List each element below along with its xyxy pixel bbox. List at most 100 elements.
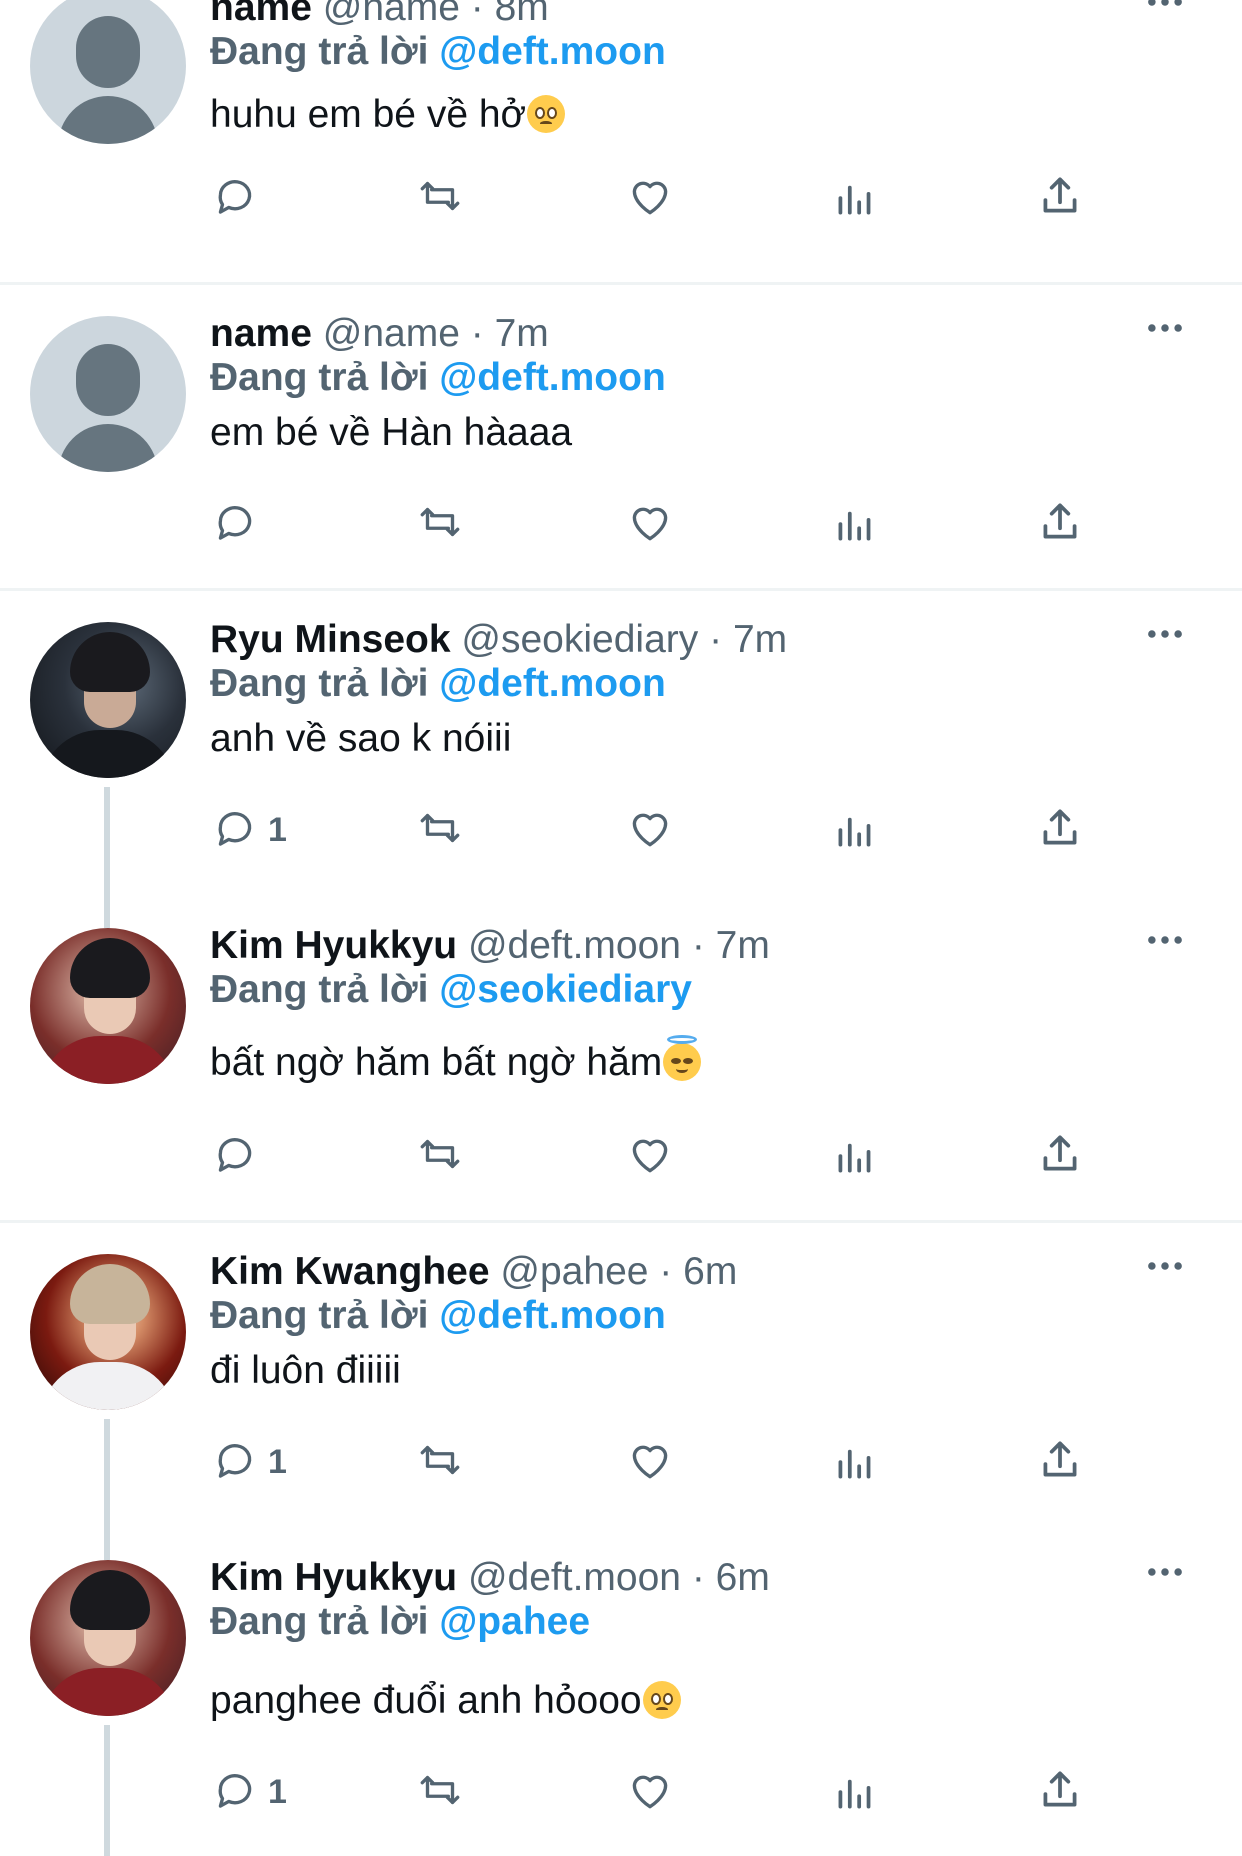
share-button[interactable] (1035, 1432, 1085, 1492)
display-name[interactable]: Kim Hyukkyu (210, 924, 457, 967)
share-button[interactable] (1035, 168, 1085, 228)
display-name[interactable]: Ryu Minseok (210, 618, 451, 661)
avatar[interactable] (30, 1254, 186, 1410)
share-icon (1035, 171, 1085, 226)
timestamp[interactable]: 7m (716, 924, 770, 967)
views-button[interactable] (830, 1432, 880, 1492)
username[interactable]: @deft.moon (468, 1556, 681, 1599)
more-options-button[interactable] (1140, 0, 1190, 17)
replied-user-mention[interactable]: @deft.moon (439, 1294, 666, 1337)
tweet[interactable]: Kim Hyukkyu @deft.moon · 6m Đang trả lời … (0, 1556, 1242, 1856)
retweet-button[interactable] (415, 1126, 465, 1186)
username[interactable]: @deft.moon (468, 924, 681, 967)
ellipsis-icon (1140, 1568, 1190, 1591)
like-button[interactable] (625, 1126, 675, 1186)
display-name[interactable]: name (210, 0, 312, 29)
action-bar: 1 (0, 1762, 1242, 1822)
share-button[interactable] (1035, 1126, 1085, 1186)
display-name[interactable]: Kim Hyukkyu (210, 1556, 457, 1599)
tweet[interactable]: name @name · 7m Đang trả lời @deft.moon em… (0, 312, 1242, 622)
timestamp[interactable]: 7m (733, 618, 787, 661)
views-button[interactable] (830, 1126, 880, 1186)
views-button[interactable] (830, 1762, 880, 1822)
like-button[interactable] (625, 800, 675, 860)
retweet-button[interactable] (415, 494, 465, 554)
avatar[interactable] (30, 928, 186, 1084)
tweet-text: panghee đuổi anh hỏooo (210, 1676, 681, 1726)
username[interactable]: @seokiediary (461, 618, 698, 661)
smiling-face-with-halo-emoji-icon (663, 1035, 702, 1081)
tweet[interactable]: Ryu Minseok @seokiediary · 7m Đang trả lờ… (0, 618, 1242, 928)
avatar-jacket-shape (40, 730, 176, 778)
avatar-head-shape (76, 344, 140, 416)
timestamp[interactable]: 6m (716, 1556, 770, 1599)
username[interactable]: @pahee (500, 1250, 648, 1293)
avatar[interactable] (30, 622, 186, 778)
replied-user-mention[interactable]: @deft.moon (439, 30, 666, 73)
more-options-button[interactable] (1140, 1557, 1190, 1587)
replied-user-mention[interactable]: @deft.moon (439, 662, 666, 705)
reply-count: 1 (268, 1772, 287, 1811)
replied-user-mention[interactable]: @seokiediary (439, 968, 692, 1011)
timestamp[interactable]: 6m (683, 1250, 737, 1293)
like-button[interactable] (625, 1762, 675, 1822)
timestamp[interactable]: 7m (495, 312, 549, 355)
replied-user-mention[interactable]: @deft.moon (439, 356, 666, 399)
more-options-button[interactable] (1140, 925, 1190, 955)
heart-icon (625, 1765, 675, 1820)
pleading-face-emoji-icon (642, 1681, 681, 1719)
tweet-text: huhu em bé về hở (210, 90, 566, 140)
replying-to-label: Đang trả lời (210, 30, 429, 73)
avatar[interactable] (30, 0, 186, 144)
views-button[interactable] (830, 168, 880, 228)
replied-user-mention[interactable]: @pahee (439, 1600, 590, 1643)
avatar-jacket-shape (40, 1036, 176, 1084)
tweet[interactable]: name @name · 8m Đang trả lời @deft.moon hu… (0, 0, 1242, 316)
tweet-header: Ryu Minseok @seokiediary · 7m (210, 615, 787, 665)
tweet-text-content: panghee đuổi anh hỏooo (210, 1679, 642, 1722)
retweet-icon (415, 1765, 465, 1820)
like-button[interactable] (625, 494, 675, 554)
reply-button[interactable] (210, 494, 260, 554)
avatar[interactable] (30, 1560, 186, 1716)
speech-bubble-icon (210, 1435, 260, 1490)
reply-count: 1 (268, 1442, 287, 1481)
like-button[interactable] (625, 168, 675, 228)
reply-button[interactable]: 1 (210, 1762, 287, 1822)
tweet-header: Kim Hyukkyu @deft.moon · 6m (210, 1553, 770, 1603)
retweet-icon (415, 803, 465, 858)
tweet-text-content: bất ngờ hăm bất ngờ hăm (210, 1041, 663, 1084)
avatar-head-shape (76, 16, 140, 88)
tweet[interactable]: Kim Hyukkyu @deft.moon · 7m Đang trả lời … (0, 924, 1242, 1254)
reply-count: 1 (268, 810, 287, 849)
retweet-button[interactable] (415, 800, 465, 860)
retweet-button[interactable] (415, 1432, 465, 1492)
reply-button[interactable]: 1 (210, 800, 287, 860)
share-button[interactable] (1035, 1762, 1085, 1822)
share-button[interactable] (1035, 800, 1085, 860)
share-icon (1035, 1765, 1085, 1820)
more-options-button[interactable] (1140, 1251, 1190, 1281)
replying-to-line: Đang trả lời @deft.moon (210, 659, 666, 709)
like-button[interactable] (625, 1432, 675, 1492)
views-button[interactable] (830, 800, 880, 860)
tweet[interactable]: Kim Kwanghee @pahee · 6m Đang trả lời @de… (0, 1250, 1242, 1560)
username[interactable]: @name (323, 312, 460, 355)
more-options-button[interactable] (1140, 619, 1190, 649)
share-button[interactable] (1035, 494, 1085, 554)
more-options-button[interactable] (1140, 313, 1190, 343)
avatar[interactable] (30, 316, 186, 472)
reply-button[interactable] (210, 168, 260, 228)
views-button[interactable] (830, 494, 880, 554)
retweet-button[interactable] (415, 1762, 465, 1822)
share-icon (1035, 1435, 1085, 1490)
display-name[interactable]: name (210, 312, 312, 355)
heart-icon (625, 803, 675, 858)
retweet-button[interactable] (415, 168, 465, 228)
bar-chart-icon (830, 497, 880, 552)
display-name[interactable]: Kim Kwanghee (210, 1250, 490, 1293)
username[interactable]: @name (323, 0, 460, 29)
timestamp[interactable]: 8m (495, 0, 549, 29)
reply-button[interactable] (210, 1126, 260, 1186)
reply-button[interactable]: 1 (210, 1432, 287, 1492)
